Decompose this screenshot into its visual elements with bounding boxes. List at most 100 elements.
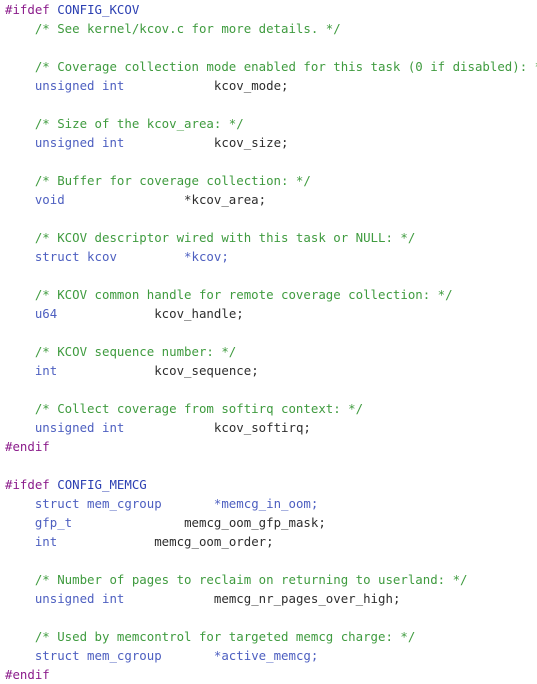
macro-name: CONFIG_KCOV [57, 2, 140, 17]
preprocessor-directive: #endif [5, 439, 50, 454]
type-keyword: struct mem_cgroup [34, 648, 162, 663]
code-line: /* Size of the kcov_area: */ [5, 114, 244, 133]
code-line: void *kcov_area; [5, 190, 266, 209]
code-line: /* KCOV descriptor wired with this task … [5, 228, 415, 247]
code-line: /* Number of pages to reclaim on returni… [5, 570, 468, 589]
code-line: /* Coverage collection mode enabled for … [5, 57, 537, 76]
preprocessor-directive: #ifdef [5, 477, 50, 492]
code-comment: /* KCOV common handle for remote coverag… [34, 287, 453, 302]
identifier: memcg_oom_order; [154, 534, 274, 549]
pointer-identifier: *memcg_in_oom; [213, 496, 319, 511]
code-comment: /* KCOV sequence number: */ [34, 344, 237, 359]
code-line: u64 kcov_handle; [5, 304, 244, 323]
code-line: unsigned int kcov_size; [5, 133, 289, 152]
type-keyword: unsigned int [34, 135, 125, 150]
type-keyword: int [34, 534, 58, 549]
pointer-identifier: *active_memcg; [213, 648, 319, 663]
code-comment: /* KCOV descriptor wired with this task … [34, 230, 416, 245]
identifier: kcov_size; [213, 135, 289, 150]
code-line: struct kcov *kcov; [5, 247, 229, 266]
code-line: /* Collect coverage from softirq context… [5, 399, 363, 418]
preprocessor-directive: #ifdef [5, 2, 50, 17]
code-line: #ifdef CONFIG_MEMCG [5, 475, 147, 494]
code-line: gfp_t memcg_oom_gfp_mask; [5, 513, 326, 532]
identifier: kcov_sequence; [154, 363, 259, 378]
code-line: /* KCOV common handle for remote coverag… [5, 285, 453, 304]
code-line: /* Used by memcontrol for targeted memcg… [5, 627, 415, 646]
type-keyword: void [34, 192, 65, 207]
code-line: /* Buffer for coverage collection: */ [5, 171, 311, 190]
identifier: kcov_softirq; [213, 420, 311, 435]
pointer-identifier: *kcov; [184, 249, 229, 264]
code-comment: /* See kernel/kcov.c for more details. *… [34, 21, 341, 36]
macro-name: CONFIG_MEMCG [57, 477, 147, 492]
code-comment: /* Collect coverage from softirq context… [34, 401, 364, 416]
code-line: struct mem_cgroup *memcg_in_oom; [5, 494, 318, 513]
identifier: memcg_nr_pages_over_high; [213, 591, 401, 606]
code-line: struct mem_cgroup *active_memcg; [5, 646, 318, 665]
code-line: #endif [5, 665, 50, 684]
type-keyword: unsigned int [34, 591, 125, 606]
identifier: *kcov_area; [184, 192, 267, 207]
type-keyword: gfp_t [34, 515, 73, 530]
code-line: unsigned int kcov_mode; [5, 76, 289, 95]
code-line: int memcg_oom_order; [5, 532, 274, 551]
code-line: unsigned int kcov_softirq; [5, 418, 311, 437]
type-keyword: u64 [34, 306, 58, 321]
code-line: unsigned int memcg_nr_pages_over_high; [5, 589, 401, 608]
code-comment: /* Coverage collection mode enabled for … [34, 59, 537, 74]
code-line: int kcov_sequence; [5, 361, 259, 380]
code-comment: /* Used by memcontrol for targeted memcg… [34, 629, 416, 644]
code-line: /* KCOV sequence number: */ [5, 342, 236, 361]
type-keyword: struct kcov [34, 249, 117, 264]
code-comment: /* Number of pages to reclaim on returni… [34, 572, 468, 587]
code-line: /* See kernel/kcov.c for more details. *… [5, 19, 341, 38]
code-line: #ifdef CONFIG_KCOV [5, 0, 139, 19]
identifier: kcov_handle; [154, 306, 244, 321]
type-keyword: struct mem_cgroup [34, 496, 162, 511]
identifier: kcov_mode; [213, 78, 289, 93]
code-view: #ifdef CONFIG_KCOV /* See kernel/kcov.c … [0, 0, 537, 684]
code-comment: /* Buffer for coverage collection: */ [34, 173, 311, 188]
code-line: #endif [5, 437, 50, 456]
code-comment: /* Size of the kcov_area: */ [34, 116, 244, 131]
type-keyword: unsigned int [34, 420, 125, 435]
preprocessor-directive: #endif [5, 667, 50, 682]
type-keyword: unsigned int [34, 78, 125, 93]
type-keyword: int [34, 363, 58, 378]
identifier: memcg_oom_gfp_mask; [184, 515, 326, 530]
